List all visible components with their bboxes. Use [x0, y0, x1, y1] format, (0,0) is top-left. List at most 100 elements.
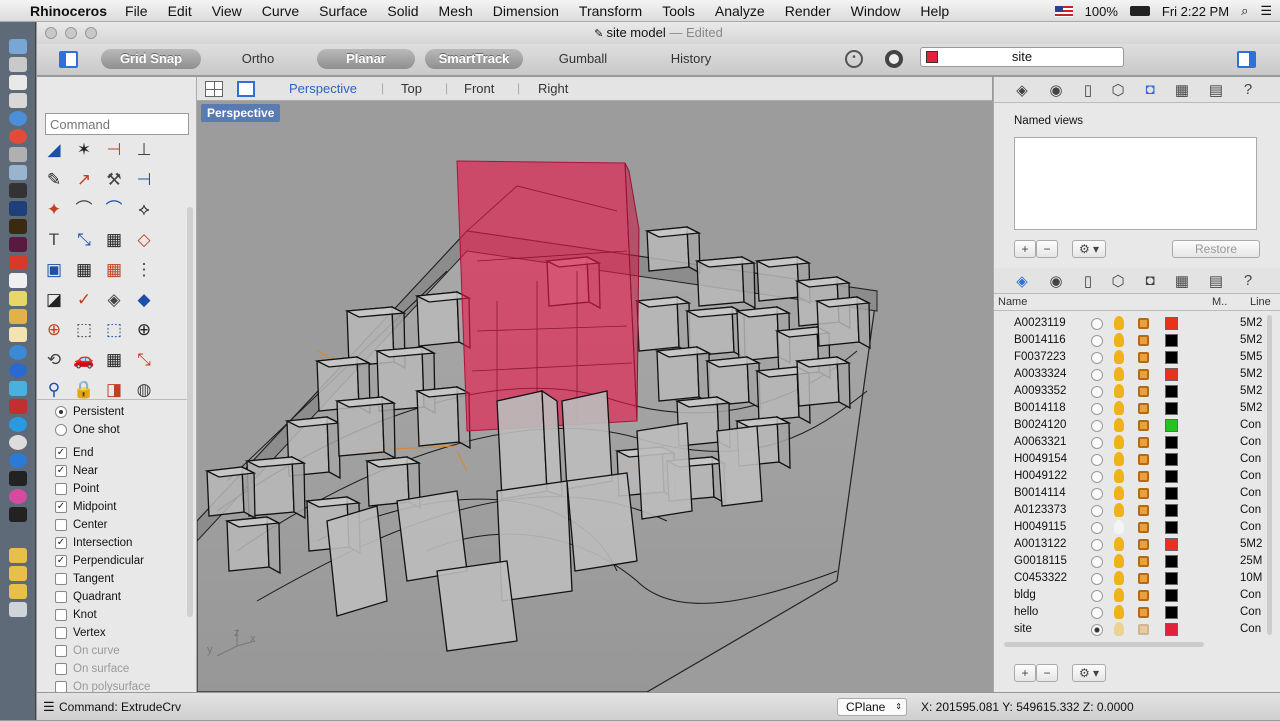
layer-lock-icon[interactable] [1138, 607, 1149, 618]
layer-lock-icon[interactable] [1138, 471, 1149, 482]
dock-app-icon[interactable] [9, 255, 27, 270]
layer-lock-icon[interactable] [1138, 352, 1149, 363]
osnap-intersection-checkbox[interactable]: ✓ Intersection [55, 535, 132, 551]
set-current-layer-radio[interactable] [1091, 318, 1103, 330]
tool-car-icon[interactable]: 🚗 [73, 349, 95, 371]
set-current-layer-radio[interactable] [1091, 386, 1103, 398]
layer-lock-icon[interactable] [1138, 488, 1149, 499]
tool-box-icon[interactable]: ▣ [43, 259, 65, 281]
osnap-oneshot-radio[interactable]: One shot [55, 422, 120, 438]
layer-name[interactable]: hello [1014, 604, 1038, 621]
tool-check-icon[interactable]: ✓ [73, 289, 95, 311]
set-current-layer-radio[interactable] [1091, 403, 1103, 415]
tool-curve-icon[interactable]: ⚒ [103, 169, 125, 191]
dock-app-icon[interactable] [9, 381, 27, 396]
dock-app-icon[interactable] [9, 417, 27, 432]
tool-zoom-extents-icon[interactable]: ⬚ [103, 319, 125, 341]
layer-row[interactable]: H0049115 Con [994, 519, 1269, 536]
layer-color-swatch[interactable] [1165, 470, 1178, 483]
layer-row[interactable]: A0013122 5M2 [994, 536, 1269, 553]
dock-app-icon[interactable] [9, 471, 27, 486]
layer-lock-icon[interactable] [1138, 403, 1149, 414]
layer-visibility-bulb-icon[interactable] [1114, 350, 1124, 364]
tool-rotate-view-icon[interactable]: ⟲ [43, 349, 65, 371]
layer-col-linetype[interactable]: Line [1250, 296, 1271, 308]
dock-folder-icon[interactable] [9, 548, 27, 563]
material-icon[interactable]: ◉ [1046, 81, 1066, 99]
dock-app-icon[interactable] [9, 147, 27, 162]
dock-app-icon[interactable] [9, 183, 27, 198]
layer-lock-icon[interactable] [1138, 386, 1149, 397]
layer-col-material[interactable]: M.. [1212, 296, 1227, 308]
set-current-layer-radio[interactable] [1091, 607, 1103, 619]
dock-folder-icon[interactable] [9, 566, 27, 581]
set-current-layer-radio[interactable] [1091, 505, 1103, 517]
layer-row[interactable]: H0049154 Con [994, 451, 1269, 468]
dock-app-icon[interactable] [9, 93, 27, 108]
layer-name[interactable]: B0014114 [1014, 485, 1066, 502]
layer-visibility-bulb-icon[interactable] [1114, 367, 1124, 381]
tool-edit-icon[interactable]: ◆ [133, 289, 155, 311]
layer-visibility-bulb-icon[interactable] [1114, 384, 1124, 398]
dock-app-icon[interactable] [9, 273, 27, 288]
layer-name[interactable]: A0013122 [1014, 536, 1066, 553]
layer-name[interactable]: H0049154 [1014, 451, 1067, 468]
set-current-layer-radio[interactable] [1091, 352, 1103, 364]
layer-row[interactable]: C0453322 10M [994, 570, 1269, 587]
layer-lock-icon[interactable] [1138, 420, 1149, 431]
layer-row[interactable]: B0014114 Con [994, 485, 1269, 502]
osnap-perpendicular-checkbox[interactable]: ✓ Perpendicular [55, 553, 144, 569]
dock-app-icon[interactable] [9, 111, 27, 126]
current-layer-picker[interactable]: site [920, 47, 1124, 67]
layer-name[interactable]: H0049122 [1014, 468, 1067, 485]
tool-hatch-icon[interactable]: ▦ [73, 259, 95, 281]
layer-row[interactable]: B0014116 5M2 [994, 332, 1269, 349]
four-viewport-layout-icon[interactable] [205, 81, 223, 97]
menu-window[interactable]: Window [851, 3, 901, 19]
osnap-point-checkbox[interactable]: Point [55, 481, 99, 497]
layer-name[interactable]: site [1014, 621, 1032, 638]
help-icon[interactable]: ? [1238, 272, 1258, 290]
layer-color-swatch[interactable] [1165, 419, 1178, 432]
tool-polyline-icon[interactable]: ◢ [43, 139, 65, 161]
layer-row[interactable]: A0033324 5M2 [994, 366, 1269, 383]
osnap-tangent-checkbox[interactable]: Tangent [55, 571, 114, 587]
layer-visibility-bulb-icon[interactable] [1114, 316, 1124, 330]
menu-help[interactable]: Help [920, 3, 949, 19]
set-current-layer-radio[interactable] [1091, 488, 1103, 500]
zoom-window-button[interactable] [85, 27, 97, 39]
layer-lock-icon[interactable] [1138, 539, 1149, 550]
planar-toggle[interactable]: Planar [317, 49, 415, 69]
layer-visibility-bulb-icon[interactable] [1114, 520, 1124, 534]
flag-icon[interactable] [1054, 5, 1073, 17]
notification-center-icon[interactable]: ☰ [1260, 3, 1272, 19]
layer-lock-icon[interactable] [1138, 522, 1149, 533]
layer-name[interactable]: A0023119 [1014, 315, 1066, 332]
layer-color-swatch[interactable] [1165, 402, 1178, 415]
layers-icon[interactable]: ◈ [1012, 272, 1032, 290]
dock-app-icon[interactable] [9, 309, 27, 324]
sidebar-toggle-icon[interactable] [59, 51, 78, 68]
layer-lock-icon[interactable] [1138, 590, 1149, 601]
layer-row[interactable]: bldg Con [994, 587, 1269, 604]
help-icon[interactable]: ? [1238, 81, 1258, 99]
osnap-persistent-radio[interactable]: Persistent [55, 404, 124, 420]
layer-color-swatch[interactable] [1165, 436, 1178, 449]
menu-dimension[interactable]: Dimension [493, 3, 559, 19]
single-viewport-layout-icon[interactable] [237, 81, 255, 97]
layer-row[interactable]: A0123373 Con [994, 502, 1269, 519]
layer-visibility-bulb-icon[interactable] [1114, 418, 1124, 432]
layer-lock-icon[interactable] [1138, 335, 1149, 346]
grid-icon[interactable]: ▦ [1172, 81, 1192, 99]
layer-name[interactable]: A0063321 [1014, 434, 1066, 451]
menu-analyze[interactable]: Analyze [715, 3, 765, 19]
menu-mesh[interactable]: Mesh [439, 3, 473, 19]
tool-transform-icon[interactable]: ⤡ [133, 349, 155, 371]
layer-visibility-bulb-icon[interactable] [1114, 333, 1124, 347]
tool-split-icon[interactable]: ↗ [73, 169, 95, 191]
layer-color-swatch[interactable] [1165, 521, 1178, 534]
dock-app-icon[interactable] [9, 165, 27, 180]
named-views-list[interactable] [1014, 137, 1257, 230]
layer-lock-icon[interactable] [1138, 573, 1149, 584]
dock-app-icon[interactable] [9, 363, 27, 378]
